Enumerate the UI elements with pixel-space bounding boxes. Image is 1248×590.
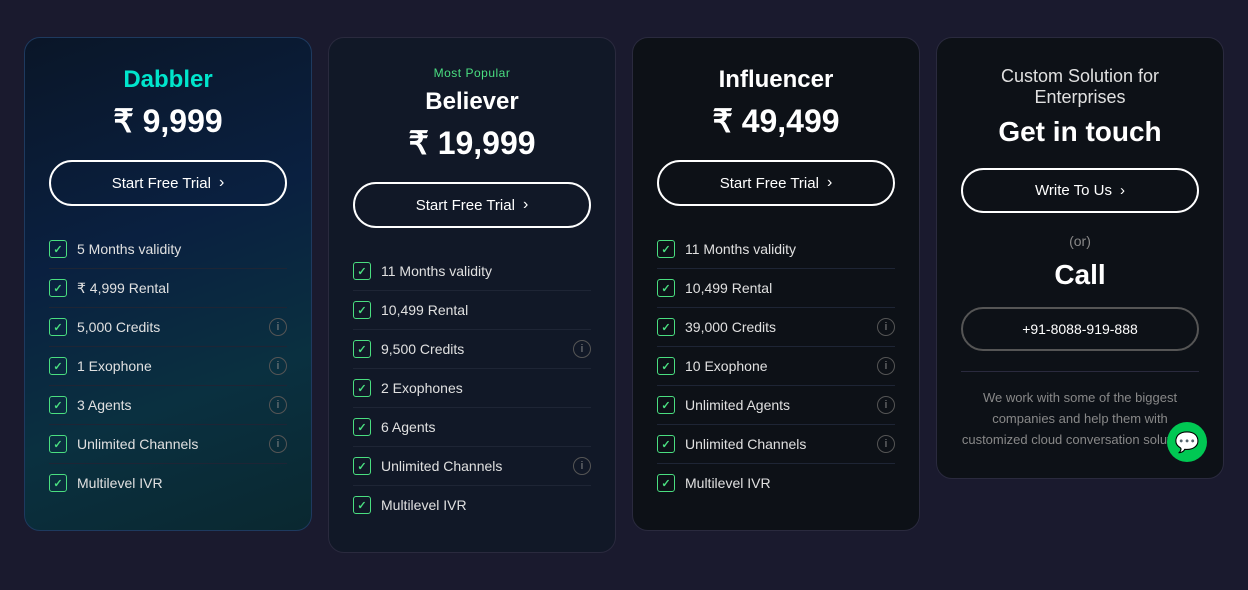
feature-item: Multilevel IVR [353,486,591,524]
features-list-believer: 11 Months validity 10,499 Rental 9,500 C… [353,252,591,524]
feature-item: 6 Agents [353,408,591,447]
chat-bubble-icon[interactable]: 💬 [1167,422,1207,462]
feature-item: 5 Months validity [49,230,287,269]
pricing-grid: Dabbler ₹ 9,999 Start Free Trial › 5 Mon… [24,37,1224,553]
features-list-influencer: 11 Months validity 10,499 Rental 39,000 … [657,230,895,502]
start-trial-button-dabbler[interactable]: Start Free Trial › [49,160,287,206]
info-icon[interactable]: i [269,435,287,453]
plan-price-believer: ₹ 19,999 [353,124,591,162]
arrow-icon: › [827,174,832,192]
check-icon [49,474,67,492]
check-icon [49,396,67,414]
check-icon [353,301,371,319]
feature-item: 10,499 Rental [657,269,895,308]
feature-item: 2 Exophones [353,369,591,408]
info-icon[interactable]: i [877,357,895,375]
most-popular-badge: Most Popular [353,66,591,80]
feature-item: 5,000 Creditsi [49,308,287,347]
check-icon [657,435,675,453]
feature-item: Unlimited Agentsi [657,386,895,425]
feature-item: 10 Exophonei [657,347,895,386]
check-icon [353,340,371,358]
info-icon[interactable]: i [573,340,591,358]
check-icon [49,357,67,375]
feature-item: 11 Months validity [353,252,591,291]
start-trial-button-believer[interactable]: Start Free Trial › [353,182,591,228]
arrow-icon: › [523,196,528,214]
feature-item: 11 Months validity [657,230,895,269]
info-icon[interactable]: i [573,457,591,475]
feature-item: Unlimited Channelsi [49,425,287,464]
check-icon [49,240,67,258]
feature-item: Unlimited Channelsi [657,425,895,464]
info-icon[interactable]: i [877,318,895,336]
features-list-dabbler: 5 Months validity ₹ 4,999 Rental 5,000 C… [49,230,287,502]
check-icon [353,457,371,475]
or-text: (or) [961,233,1199,249]
feature-item: 1 Exophonei [49,347,287,386]
arrow-icon: › [219,174,224,192]
plan-name-dabbler: Dabbler [49,66,287,94]
write-to-us-button[interactable]: Write To Us › [961,168,1199,213]
feature-item: ₹ 4,999 Rental [49,269,287,308]
feature-item: 3 Agentsi [49,386,287,425]
check-icon [657,240,675,258]
plan-card-influencer: Influencer ₹ 49,499 Start Free Trial › 1… [632,37,920,531]
get-in-touch-heading: Get in touch [961,116,1199,148]
plan-card-dabbler: Dabbler ₹ 9,999 Start Free Trial › 5 Mon… [24,37,312,531]
feature-item: 10,499 Rental [353,291,591,330]
enterprise-title: Custom Solution for Enterprises [961,66,1199,108]
phone-number-button[interactable]: +91-8088-919-888 [961,307,1199,351]
check-icon [657,318,675,336]
check-icon [49,318,67,336]
plan-name-believer: Believer [353,88,591,116]
check-icon [657,279,675,297]
enterprise-description: We work with some of the biggest compani… [961,388,1199,450]
divider [961,371,1199,372]
feature-item: Multilevel IVR [657,464,895,502]
plan-name-influencer: Influencer [657,66,895,94]
check-icon [49,279,67,297]
feature-item: 39,000 Creditsi [657,308,895,347]
plan-price-influencer: ₹ 49,499 [657,102,895,140]
info-icon[interactable]: i [877,435,895,453]
call-label: Call [961,259,1199,291]
check-icon [657,396,675,414]
check-icon [353,418,371,436]
start-trial-button-influencer[interactable]: Start Free Trial › [657,160,895,206]
check-icon [353,496,371,514]
plan-price-dabbler: ₹ 9,999 [49,102,287,140]
arrow-icon: › [1120,182,1125,199]
plan-card-believer: Most Popular Believer ₹ 19,999 Start Fre… [328,37,616,553]
info-icon[interactable]: i [269,357,287,375]
feature-item: 9,500 Creditsi [353,330,591,369]
info-icon[interactable]: i [269,396,287,414]
check-icon [657,357,675,375]
feature-item: Unlimited Channelsi [353,447,591,486]
plan-card-enterprise: Custom Solution for Enterprises Get in t… [936,37,1224,479]
check-icon [353,379,371,397]
info-icon[interactable]: i [877,396,895,414]
check-icon [353,262,371,280]
check-icon [49,435,67,453]
feature-item: Multilevel IVR [49,464,287,502]
info-icon[interactable]: i [269,318,287,336]
check-icon [657,474,675,492]
